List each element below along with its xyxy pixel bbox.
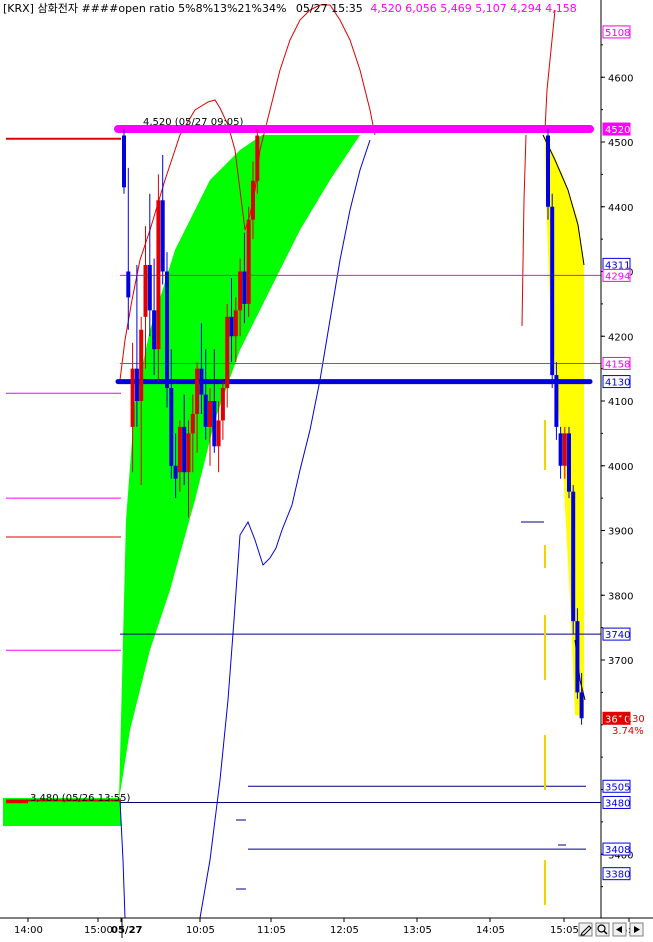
- x-tick-label: 14:00: [14, 925, 43, 936]
- price-tag-label: 3380: [605, 870, 630, 881]
- candle-body: [554, 375, 559, 427]
- x-tick-label: 14:05: [476, 925, 505, 936]
- candle-body: [195, 368, 200, 414]
- candle-body: [165, 271, 169, 389]
- candle-body: [246, 219, 251, 304]
- y-tick-label: 4400: [608, 203, 633, 214]
- candle-body: [251, 180, 255, 220]
- candle-body: [225, 316, 230, 389]
- chart-header: [KRX] 삼화전자 ####open ratio 5%8%13%21%34% …: [3, 2, 577, 15]
- candle-body: [571, 491, 576, 622]
- candle-body: [567, 433, 571, 492]
- candle-body: [169, 388, 174, 466]
- y-tick-label: 4600: [608, 73, 633, 84]
- change-amount: ▲130: [618, 714, 645, 725]
- candle-body: [139, 329, 144, 401]
- candle-body: [575, 621, 580, 693]
- x-tick-label: 11:05: [257, 925, 286, 936]
- candle-body: [130, 368, 135, 427]
- candle-body: [579, 692, 584, 719]
- y-tick-label: 3900: [608, 527, 633, 538]
- candle-body: [212, 401, 217, 447]
- candle-body: [182, 426, 187, 473]
- candle-body: [562, 433, 567, 466]
- change-percent: 3.74%: [612, 726, 644, 737]
- candle-body: [242, 271, 247, 304]
- candle-body: [186, 433, 191, 473]
- header-stamp: 05/27 15:35: [296, 2, 363, 15]
- price-tag-label: 4130: [605, 378, 630, 389]
- candle-body: [233, 310, 238, 337]
- scroll-right-icon[interactable]: [629, 922, 644, 937]
- x-tick-label: 13:05: [403, 925, 432, 936]
- candle-body: [238, 271, 243, 311]
- candle-body: [229, 316, 234, 337]
- candle-body: [190, 413, 195, 434]
- candle-body: [126, 271, 131, 298]
- candle-body: [220, 388, 225, 421]
- header-values: 4,520 6,056 5,469 5,107 4,294 4,158: [370, 2, 576, 15]
- x-tick-label: 05/27: [111, 925, 143, 936]
- y-tick-label: 4200: [608, 332, 633, 343]
- price-tag-label: 5108: [605, 28, 630, 39]
- y-tick-label: 3700: [608, 656, 633, 667]
- x-tick-label: 15:05: [550, 925, 579, 936]
- y-tick-label: 4100: [608, 397, 633, 408]
- price-tag-label: 3480: [605, 798, 630, 809]
- x-tick-label: 15:00: [84, 925, 113, 936]
- candle-body: [122, 135, 126, 188]
- price-tag-label: 4520: [605, 125, 630, 136]
- price-tag-label: 4158: [605, 359, 630, 370]
- price-tag-label: 4294: [605, 271, 630, 282]
- candle-body: [199, 368, 204, 395]
- candle-body: [203, 394, 208, 427]
- y-tick-label: 4000: [608, 462, 633, 473]
- candle-body: [156, 200, 161, 350]
- price-tag-label: 3408: [605, 845, 630, 856]
- candle-body: [173, 465, 178, 479]
- candle-body: [546, 135, 550, 207]
- annotation-label: 4,520 (05/27 09:05): [143, 117, 244, 128]
- price-tag-label: 3505: [605, 782, 630, 793]
- candle-body: [216, 420, 221, 447]
- y-tick-label: 3800: [608, 591, 633, 602]
- annotation-label: 3,480 (05/26 13:55): [30, 793, 131, 804]
- candle-body: [558, 433, 563, 466]
- edit-icon[interactable]: [578, 922, 593, 937]
- candle-body: [160, 200, 165, 272]
- candle-body: [177, 426, 182, 473]
- zoom-icon[interactable]: [595, 922, 610, 937]
- scroll-left-icon[interactable]: [612, 922, 627, 937]
- stock-chart[interactable]: 4,520 (05/27 09:05) 3,480 (05/26 13:55) 4…: [0, 0, 653, 938]
- x-tick-label: 10:05: [186, 925, 215, 936]
- header-name: 삼화전자: [37, 2, 77, 15]
- candle-body: [152, 310, 157, 350]
- y-tick-label: 4500: [608, 138, 633, 149]
- x-tick-label: 12:05: [330, 925, 359, 936]
- candle-body: [143, 265, 148, 317]
- candle-body: [134, 368, 139, 401]
- candle-body: [208, 401, 212, 427]
- candle-body: [255, 135, 260, 181]
- chart-canvas[interactable]: 4,520 (05/27 09:05) 3,480 (05/26 13:55) 4…: [0, 0, 653, 938]
- candle-body: [147, 265, 152, 311]
- header-code: [KRX]: [3, 2, 34, 15]
- price-tag-label: 3740: [605, 630, 630, 641]
- candle-body: [550, 206, 555, 376]
- header-ratio: ####open ratio 5%8%13%21%34%: [81, 2, 286, 15]
